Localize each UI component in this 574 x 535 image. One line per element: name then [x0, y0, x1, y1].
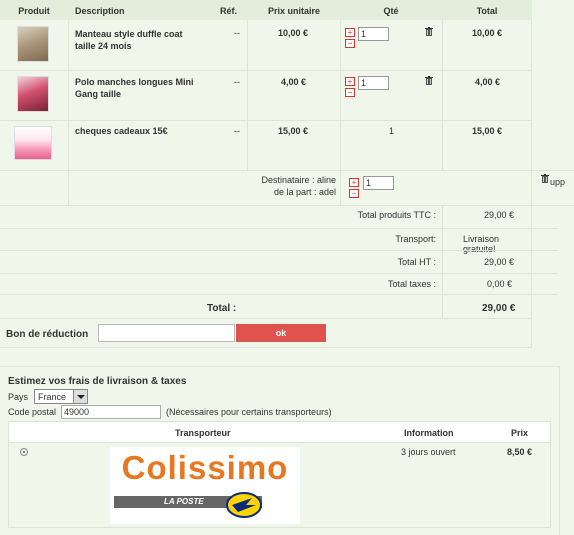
qty-value: 1	[389, 126, 395, 136]
header-price: Prix	[511, 428, 529, 438]
header-description: Description	[75, 6, 125, 16]
row-divider	[0, 273, 558, 274]
logo-sub: LA POSTE	[164, 497, 204, 506]
trash-icon[interactable]	[541, 174, 549, 183]
product-thumbnail[interactable]	[17, 76, 49, 112]
country-select[interactable]: France	[34, 389, 88, 404]
product-description[interactable]: cheques cadeaux 15€	[75, 126, 200, 136]
trash-icon[interactable]	[425, 27, 433, 36]
postal-label: Code postal	[8, 407, 57, 417]
row-divider	[0, 228, 558, 229]
summary-taxes-label: Total taxes :	[387, 279, 436, 289]
product-thumbnail[interactable]	[17, 26, 49, 62]
summary-taxes-value: 0,00 €	[487, 279, 513, 289]
carrier-header	[9, 422, 550, 442]
table-row: cheques cadeaux 15€ -- 15,00 € 1 15,00 €	[0, 120, 532, 170]
logo-text: Colissimo	[121, 449, 289, 486]
header-product: Produit	[18, 6, 50, 16]
qty-decrease-button[interactable]: −	[349, 189, 359, 198]
summary-transport-label: Transport:	[395, 234, 436, 244]
trash-icon[interactable]	[425, 76, 433, 85]
row-total: 4,00 €	[475, 77, 501, 87]
qty-input[interactable]: 1	[358, 76, 389, 90]
carrier-radio[interactable]	[20, 448, 28, 456]
summary-total-value: 29,00 €	[482, 303, 516, 314]
header-unit-price: Prix unitaire	[267, 6, 321, 16]
header-ref: Réf.	[220, 6, 238, 16]
qty-increase-button[interactable]: +	[345, 28, 355, 37]
product-description[interactable]: Manteau style duffle coat taille 24 mois	[75, 28, 200, 52]
shipping-section: Estimez vos frais de livraison & taxes P…	[0, 366, 560, 535]
product-thumbnail[interactable]	[14, 126, 52, 160]
product-description[interactable]: Polo manches longues Mini Gang taille	[75, 76, 200, 100]
table-row: Polo manches longues Mini Gang taille --…	[0, 70, 532, 120]
row-total: 15,00 €	[472, 126, 503, 136]
column-divider	[68, 170, 69, 205]
radio-dot	[23, 451, 25, 453]
unit-price: 10,00 €	[278, 28, 309, 38]
discount-ok-button[interactable]: ok	[236, 324, 326, 342]
product-ref: --	[234, 28, 240, 38]
cart-table: Produit Description Réf. Prix unitaire Q…	[0, 0, 574, 319]
header-total: Total	[476, 6, 498, 16]
country-label: Pays	[8, 392, 29, 402]
gift-row: Destinataire : aline de la part : adel +…	[0, 170, 574, 205]
carrier-info: 3 jours ouvert	[401, 447, 456, 457]
column-divider	[442, 205, 443, 293]
postal-hint: (Nécessaires pour certains transporteurs…	[166, 407, 332, 417]
gift-from: de la part : adel	[273, 187, 336, 197]
summary-total-label: Total :	[207, 303, 237, 314]
carrier-table: Transporteur Information Prix Colissimo …	[8, 421, 551, 528]
la-poste-bird-icon	[226, 492, 262, 518]
qty-input[interactable]: 1	[358, 27, 389, 41]
postal-input[interactable]: 49000	[61, 405, 161, 419]
product-ref: --	[234, 77, 240, 87]
row-divider	[0, 294, 558, 295]
summary-ttc-label: Total produits TTC :	[357, 210, 436, 220]
qty-increase-button[interactable]: +	[349, 178, 359, 187]
unit-price: 4,00 €	[281, 77, 307, 87]
summary-transport-value: Livraison gratuite!	[463, 234, 500, 254]
table-row: Manteau style duffle coat taille 24 mois…	[0, 20, 532, 70]
discount-label: Bon de réduction	[6, 329, 89, 340]
row-divider	[9, 442, 550, 443]
qty-increase-button[interactable]: +	[345, 77, 355, 86]
header-qty: Qté	[383, 6, 399, 16]
carrier-price: 8,50 €	[507, 447, 533, 457]
colissimo-logo: Colissimo LA POSTE	[110, 447, 300, 524]
row-divider	[0, 250, 558, 251]
summary-ht-value: 29,00 €	[484, 257, 515, 267]
header-info: Information	[404, 428, 454, 438]
row-divider	[0, 205, 574, 206]
qty-decrease-button[interactable]: −	[345, 88, 355, 97]
summary-ht-label: Total HT :	[397, 257, 436, 267]
qty-input[interactable]: 1	[363, 176, 394, 190]
chevron-down-icon[interactable]	[73, 390, 87, 403]
unit-price: 15,00 €	[278, 126, 309, 136]
column-divider	[442, 294, 443, 318]
product-ref: --	[234, 126, 240, 136]
shipping-title: Estimez vos frais de livraison & taxes	[8, 376, 187, 387]
column-divider	[340, 170, 341, 205]
discount-section: Bon de réduction ok	[0, 318, 532, 348]
qty-decrease-button[interactable]: −	[345, 39, 355, 48]
row-total: 10,00 €	[472, 28, 503, 38]
header-carrier: Transporteur	[175, 428, 231, 438]
gift-recipient: Destinataire : aline	[261, 175, 336, 185]
discount-input[interactable]	[98, 324, 235, 342]
country-select-value: France	[38, 392, 67, 402]
gift-delete-label[interactable]: upp	[550, 177, 565, 187]
summary-ttc-value: 29,00 €	[484, 210, 515, 220]
